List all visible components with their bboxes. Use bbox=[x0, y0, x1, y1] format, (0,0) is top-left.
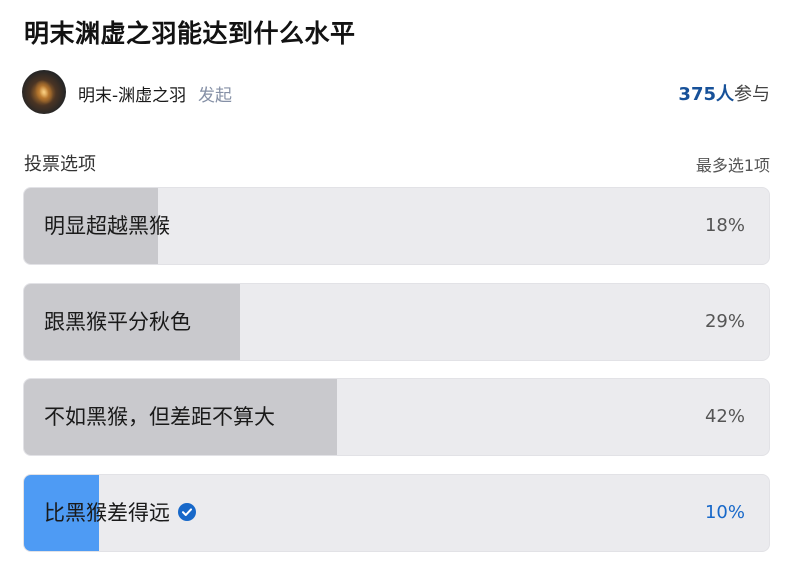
poll-option-selected[interactable]: 比黑猴差得远 10% bbox=[23, 474, 770, 552]
participant-suffix: 参与 bbox=[734, 84, 770, 105]
option-label: 跟黑猴平分秋色 bbox=[44, 310, 191, 334]
poll-title: 明末渊虚之羽能达到什么水平 bbox=[24, 19, 356, 48]
author-row: 明末-渊虚之羽 发起 375人参与 bbox=[22, 70, 770, 114]
option-percent: 29% bbox=[704, 311, 745, 332]
poll-option[interactable]: 明显超越黑猴 18% bbox=[23, 187, 770, 265]
participant-count: 375人参与 bbox=[678, 80, 770, 106]
option-percent: 10% bbox=[704, 502, 745, 523]
options-label: 投票选项 bbox=[24, 154, 96, 175]
option-label: 明显超越黑猴 bbox=[44, 214, 170, 238]
option-percent: 18% bbox=[704, 215, 745, 236]
author-action: 发起 bbox=[198, 86, 232, 106]
option-label: 不如黑猴，但差距不算大 bbox=[44, 405, 275, 429]
check-circle-icon bbox=[178, 503, 196, 521]
option-label-text: 比黑猴差得远 bbox=[44, 501, 170, 525]
max-select-hint: 最多选1项 bbox=[695, 156, 770, 175]
option-label: 比黑猴差得远 bbox=[44, 475, 196, 551]
poll-option[interactable]: 不如黑猴，但差距不算大 42% bbox=[23, 378, 770, 456]
author-name[interactable]: 明末-渊虚之羽 bbox=[78, 81, 186, 106]
options-header: 投票选项 最多选1项 bbox=[24, 150, 770, 175]
option-percent: 42% bbox=[704, 406, 745, 427]
participant-number: 375人 bbox=[678, 84, 734, 105]
avatar[interactable] bbox=[22, 70, 66, 114]
poll-option[interactable]: 跟黑猴平分秋色 29% bbox=[23, 283, 770, 361]
